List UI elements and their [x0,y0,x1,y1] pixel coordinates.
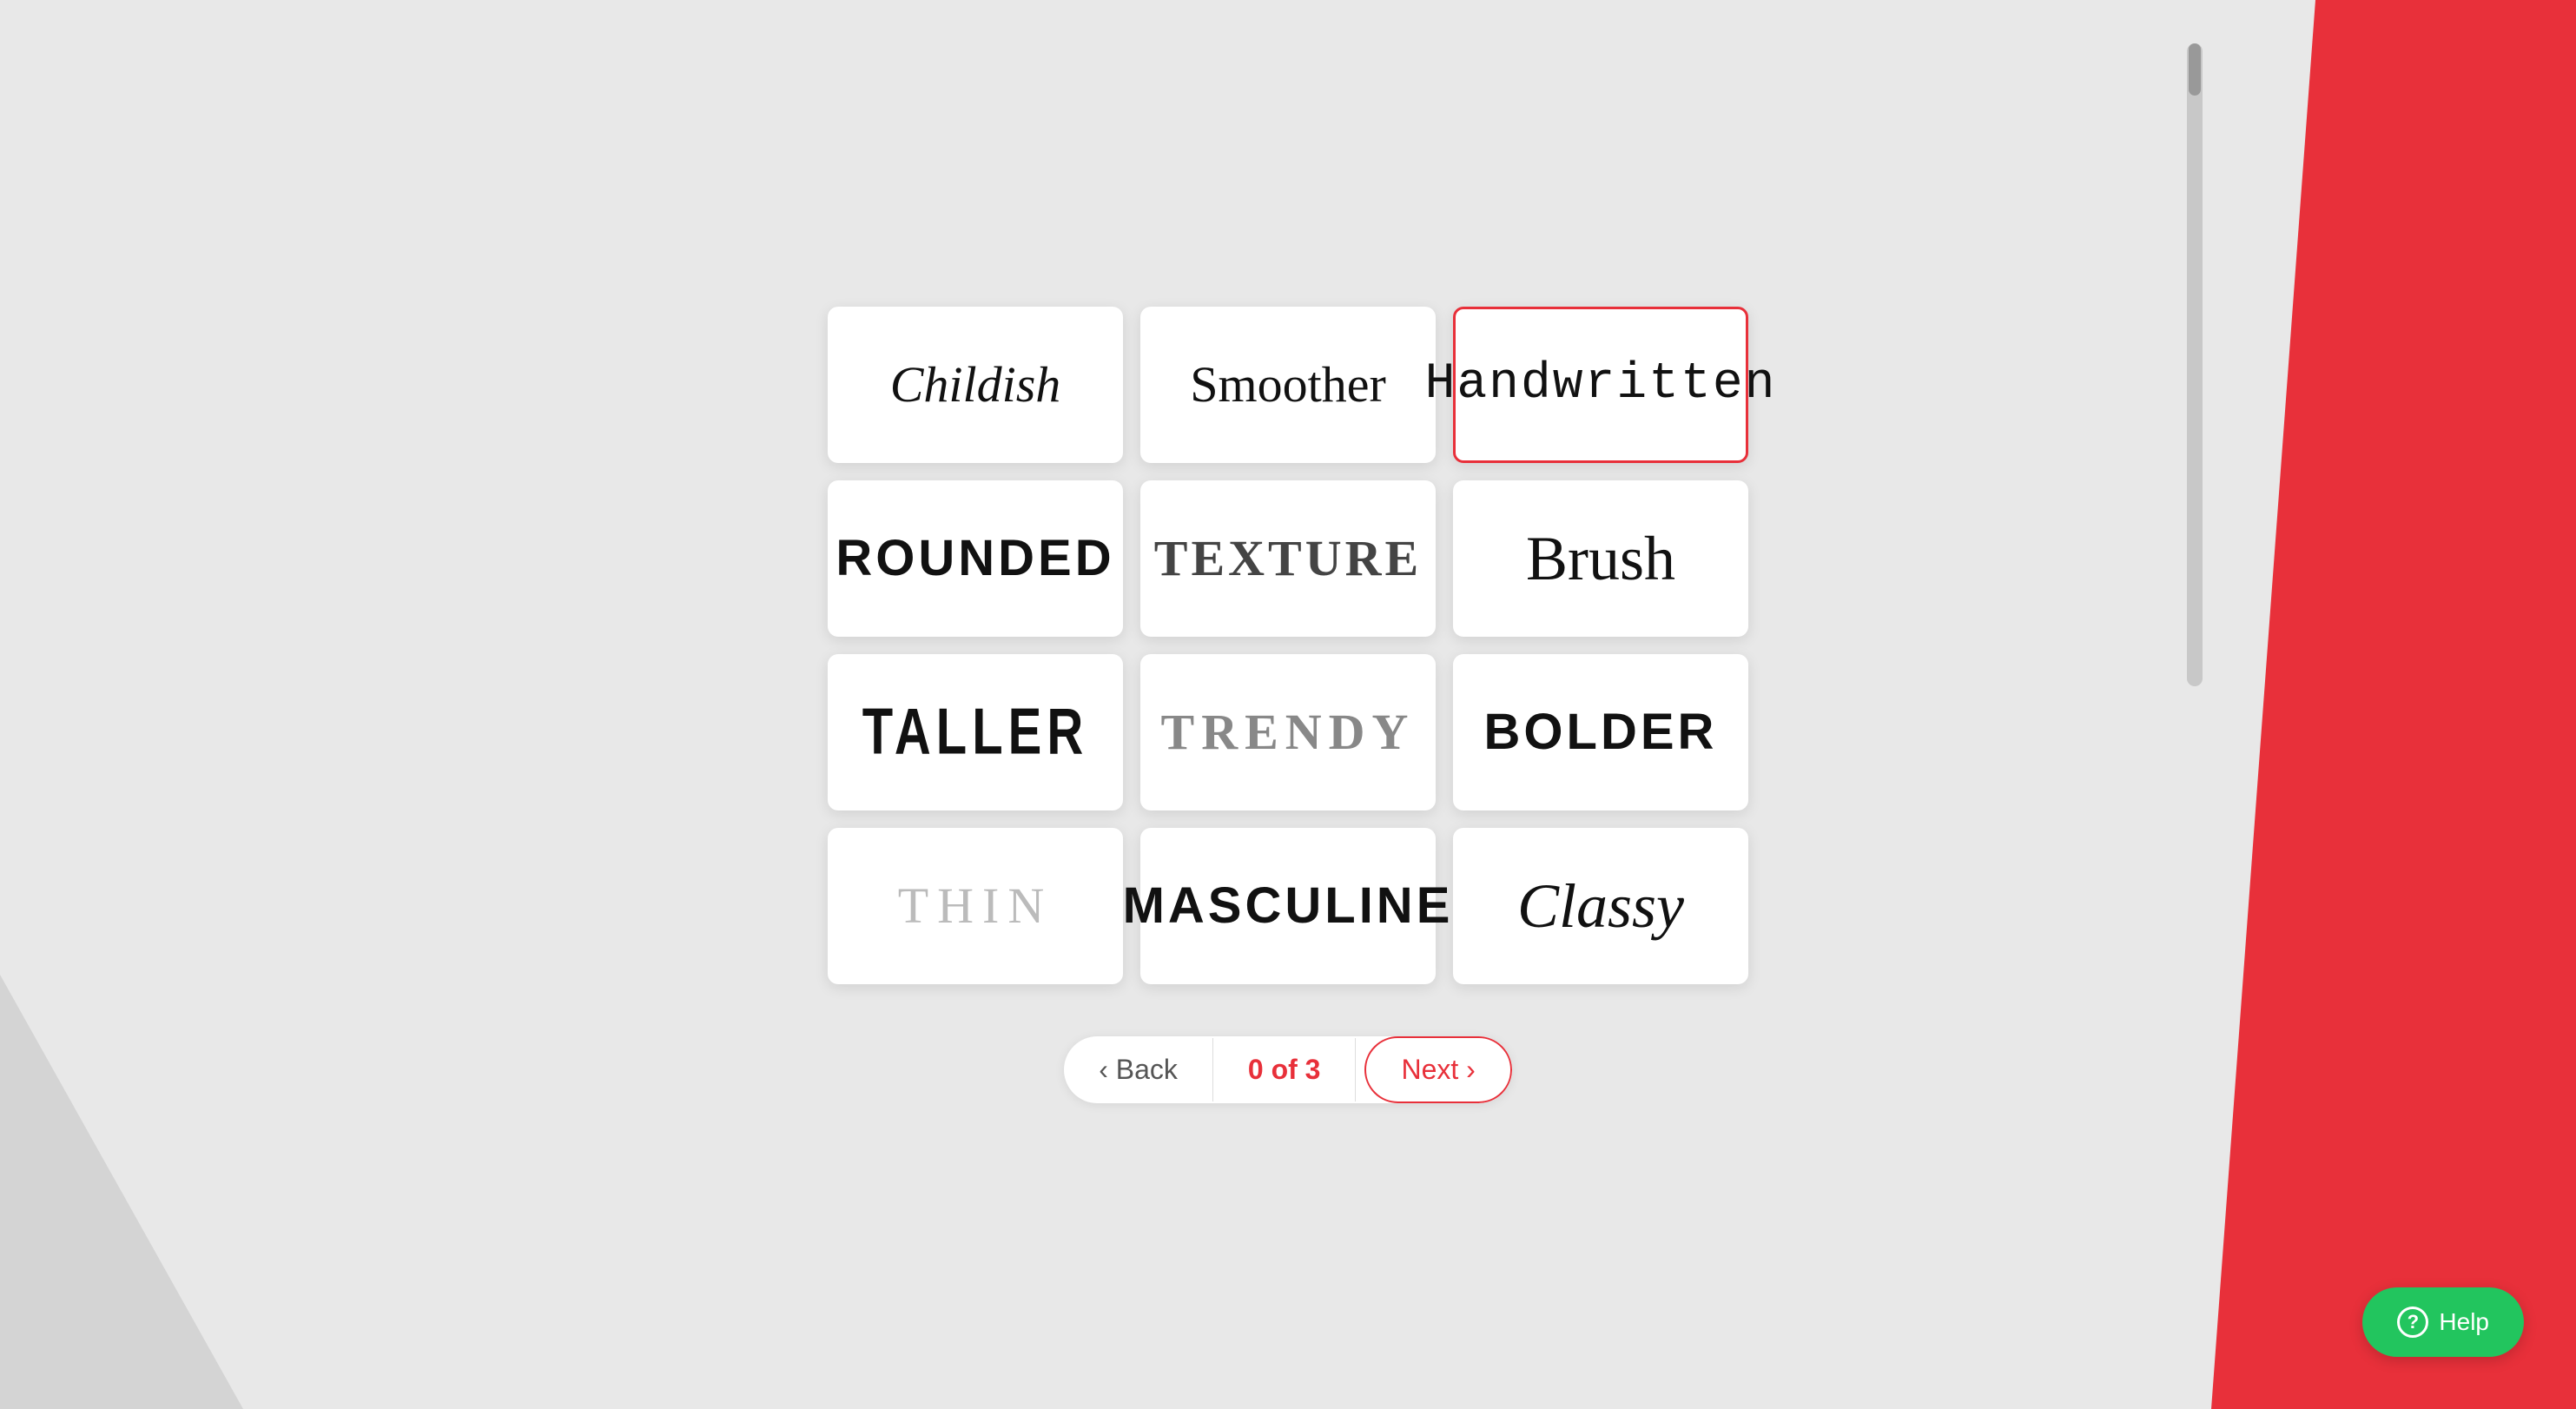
font-label-childish: Childish [890,360,1061,410]
help-label: Help [2439,1308,2489,1336]
font-card-childish[interactable]: Childish [828,307,1123,463]
font-card-taller[interactable]: TALLER [828,654,1123,810]
help-icon: ? [2397,1306,2428,1338]
font-card-smoother[interactable]: Smoother [1140,307,1436,463]
font-label-masculine: MASCULINE [1123,881,1454,931]
font-label-handwritten: Handwritten [1425,360,1777,410]
font-label-rounded: ROUNDED [836,533,1114,584]
font-card-trendy[interactable]: TRENDY [1140,654,1436,810]
font-label-brush: Brush [1526,527,1675,590]
font-card-bolder[interactable]: BOLDER [1453,654,1748,810]
back-button[interactable]: ‹ Back [1064,1038,1213,1101]
font-card-handwritten[interactable]: Handwritten [1453,307,1748,463]
bottom-nav: ‹ Back 0 of 3 Next › [1064,1036,1512,1103]
font-card-texture[interactable]: TEXTURE [1140,480,1436,637]
font-label-taller: TALLER [862,699,1088,764]
font-card-brush[interactable]: Brush [1453,480,1748,637]
font-label-trendy: TRENDY [1161,707,1416,757]
font-card-classy[interactable]: Classy [1453,828,1748,984]
font-label-thin: THIN [898,881,1054,931]
scrollbar-track[interactable] [2187,43,2203,686]
next-button[interactable]: Next › [1364,1036,1511,1103]
help-button[interactable]: ? Help [2362,1287,2524,1357]
font-card-thin[interactable]: THIN [828,828,1123,984]
font-label-smoother: Smoother [1190,360,1386,410]
counter-label: 0 of 3 [1213,1038,1357,1101]
font-card-rounded[interactable]: ROUNDED [828,480,1123,637]
font-card-masculine[interactable]: MASCULINE [1140,828,1436,984]
font-label-bolder: BOLDER [1484,707,1718,757]
font-label-texture: TEXTURE [1154,533,1422,584]
font-grid: Childish Smoother Handwritten ROUNDED TEXTUR… [828,307,1748,984]
scrollbar-thumb[interactable] [2189,43,2201,96]
font-label-classy: Classy [1517,875,1684,937]
